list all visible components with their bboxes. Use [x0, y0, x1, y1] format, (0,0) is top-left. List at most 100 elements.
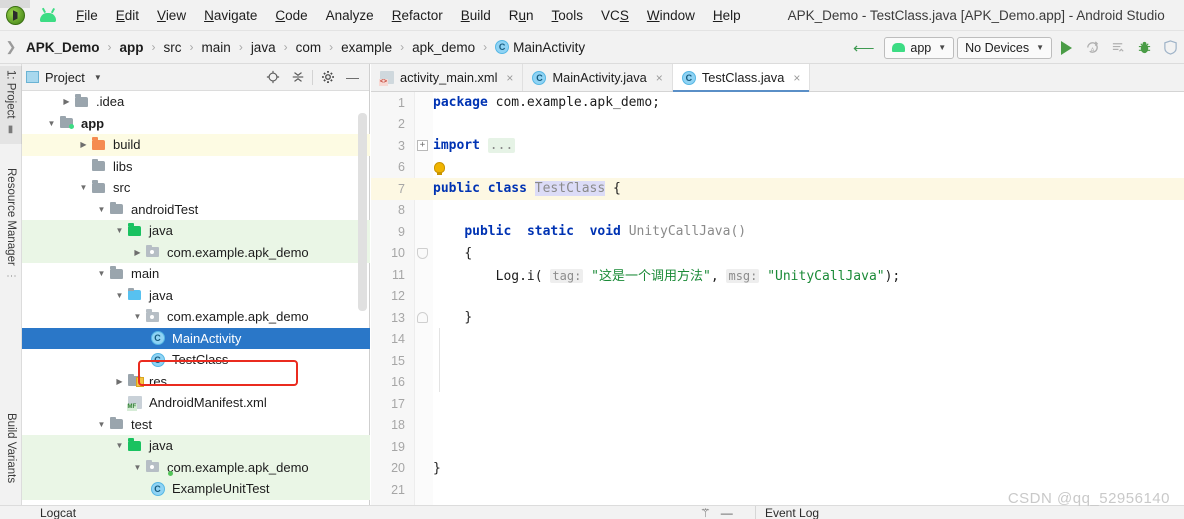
chevron-down-icon[interactable]: [113, 441, 126, 450]
menu-code[interactable]: Code: [266, 5, 316, 26]
menu-analyze[interactable]: Analyze: [317, 5, 383, 26]
menu-build[interactable]: Build: [452, 5, 500, 26]
breadcrumb-item-example[interactable]: example: [339, 40, 394, 55]
breadcrumb-item-java[interactable]: java: [249, 40, 278, 55]
chevron-right-icon[interactable]: [131, 248, 144, 257]
collapse-all-icon[interactable]: [285, 65, 310, 90]
menu-window[interactable]: Window: [638, 5, 704, 26]
apply-changes-icon[interactable]: A: [1081, 35, 1104, 60]
tree-item-idea[interactable]: .idea: [22, 91, 370, 113]
chevron-down-icon[interactable]: [113, 291, 126, 300]
menu-tools[interactable]: Tools: [543, 5, 593, 26]
tree-item-libs[interactable]: libs: [22, 156, 370, 178]
menu-file[interactable]: File: [67, 5, 107, 26]
tree-item-main-package[interactable]: com.example.apk_demo: [22, 306, 370, 328]
tab-testclass-java[interactable]: C TestClass.java ×: [672, 64, 811, 92]
tree-item-testclass[interactable]: C TestClass: [22, 349, 370, 371]
tree-item-androidtest[interactable]: androidTest: [22, 199, 370, 221]
line-number: 2: [398, 117, 405, 132]
chevron-right-icon[interactable]: [113, 377, 126, 386]
close-icon[interactable]: ×: [506, 71, 513, 85]
chevron-down-icon[interactable]: [77, 183, 90, 192]
line-number: 6: [398, 160, 405, 175]
build-hammer-icon[interactable]: ⟶: [846, 39, 882, 57]
tree-item-exampleunittest[interactable]: C ExampleUnitTest: [22, 478, 370, 500]
chevron-down-icon[interactable]: [131, 312, 144, 321]
breadcrumb-item-project[interactable]: APK_Demo: [24, 40, 102, 55]
expand-import-icon[interactable]: +: [417, 140, 428, 151]
chevron-down-icon[interactable]: [113, 226, 126, 235]
code-line-6: 6: [371, 157, 1184, 179]
chevron-down-icon[interactable]: [95, 205, 108, 214]
tree-item-test-package[interactable]: com.example.apk_demo: [22, 456, 370, 478]
hide-panel-icon[interactable]: —: [340, 65, 365, 90]
chevron-down-icon[interactable]: [95, 420, 108, 429]
breadcrumb-item-main[interactable]: main: [200, 40, 233, 55]
tree-item-mainactivity[interactable]: C MainActivity: [22, 327, 370, 349]
project-panel-scrollbar[interactable]: [358, 113, 367, 311]
device-selector[interactable]: No Devices ▼: [957, 36, 1052, 59]
menu-edit[interactable]: Edit: [107, 5, 148, 26]
tree-item-test-java[interactable]: java: [22, 435, 370, 457]
sidebar-item-label: 1: Project: [4, 70, 17, 119]
run-icon[interactable]: [1055, 35, 1078, 60]
menu-refactor[interactable]: Refactor: [383, 5, 452, 26]
logcat-tab[interactable]: Logcat: [40, 506, 76, 519]
tree-item-build[interactable]: build: [22, 134, 370, 156]
profiler-icon[interactable]: [1159, 35, 1182, 60]
settings-gear-icon[interactable]: [315, 65, 340, 90]
tree-item-main-java[interactable]: java: [22, 285, 370, 307]
debug-bug-icon[interactable]: [1133, 35, 1156, 60]
apply-code-changes-icon[interactable]: [1107, 35, 1130, 60]
menu-run[interactable]: Run: [500, 5, 543, 26]
java-class-icon: C: [532, 70, 547, 85]
tab-label: activity_main.xml: [400, 70, 498, 85]
sidebar-item-project[interactable]: 1: Project ▮: [0, 66, 22, 144]
sidebar-item-build-variants[interactable]: Build Variants: [0, 409, 22, 519]
chevron-down-icon[interactable]: [95, 269, 108, 278]
event-log-tab[interactable]: Event Log: [765, 506, 819, 519]
collapsed-imports[interactable]: ...: [487, 138, 516, 154]
fold-region-end-icon[interactable]: [417, 312, 428, 323]
breadcrumb-item-mainactivity[interactable]: C MainActivity: [493, 40, 587, 55]
chevron-right-icon[interactable]: [60, 97, 73, 106]
project-panel-title[interactable]: Project ▼: [26, 70, 102, 85]
breadcrumb-item-apk-demo[interactable]: apk_demo: [410, 40, 477, 55]
menu-help[interactable]: Help: [704, 5, 750, 26]
tree-item-main[interactable]: main: [22, 263, 370, 285]
intention-bulb-icon[interactable]: [434, 161, 445, 175]
code-line-15: 15: [371, 350, 1184, 372]
tree-item-label: app: [81, 115, 105, 131]
close-icon[interactable]: ×: [656, 71, 663, 85]
tree-item-res[interactable]: res: [22, 371, 370, 393]
locate-icon[interactable]: [260, 65, 285, 90]
menu-navigate[interactable]: Navigate: [195, 5, 266, 26]
tree-item-androidtest-package[interactable]: com.example.apk_demo: [22, 241, 370, 263]
minimize-icon[interactable]: —: [721, 506, 733, 519]
tab-mainactivity-java[interactable]: C MainActivity.java ×: [523, 64, 673, 91]
breadcrumb-item-com[interactable]: com: [294, 40, 324, 55]
project-folder-icon: ▮: [5, 123, 16, 135]
chevron-right-icon[interactable]: [77, 140, 90, 149]
project-tree[interactable]: .idea app build libs src: [22, 91, 370, 505]
breadcrumb-item-app[interactable]: app: [118, 40, 146, 55]
pin-icon[interactable]: ⚚: [700, 506, 711, 519]
tree-item-app[interactable]: app: [22, 113, 370, 135]
fold-region-start-icon[interactable]: [417, 247, 428, 259]
code-editor[interactable]: 1 package com.example.apk_demo; 2 3 + im…: [371, 92, 1184, 505]
run-configuration-selector[interactable]: app ▼: [884, 36, 955, 59]
close-icon[interactable]: ×: [793, 71, 800, 85]
menu-view[interactable]: View: [148, 5, 195, 26]
breadcrumb-item-src[interactable]: src: [162, 40, 184, 55]
tree-item-test[interactable]: test: [22, 414, 370, 436]
tab-activity-main-xml[interactable]: activity_main.xml ×: [371, 64, 524, 91]
chevron-down-icon[interactable]: [131, 463, 144, 472]
chevron-right-icon: ❯: [5, 39, 17, 54]
tree-item-src[interactable]: src: [22, 177, 370, 199]
menu-vcs[interactable]: VCS: [592, 5, 638, 26]
tree-item-androidmanifest[interactable]: AndroidManifest.xml: [22, 392, 370, 414]
sidebar-item-resource-manager[interactable]: Resource Manager ⋮: [0, 164, 22, 312]
tree-item-androidtest-java[interactable]: java: [22, 220, 370, 242]
tree-item-label: TestClass: [172, 352, 229, 368]
chevron-down-icon[interactable]: [45, 119, 58, 128]
